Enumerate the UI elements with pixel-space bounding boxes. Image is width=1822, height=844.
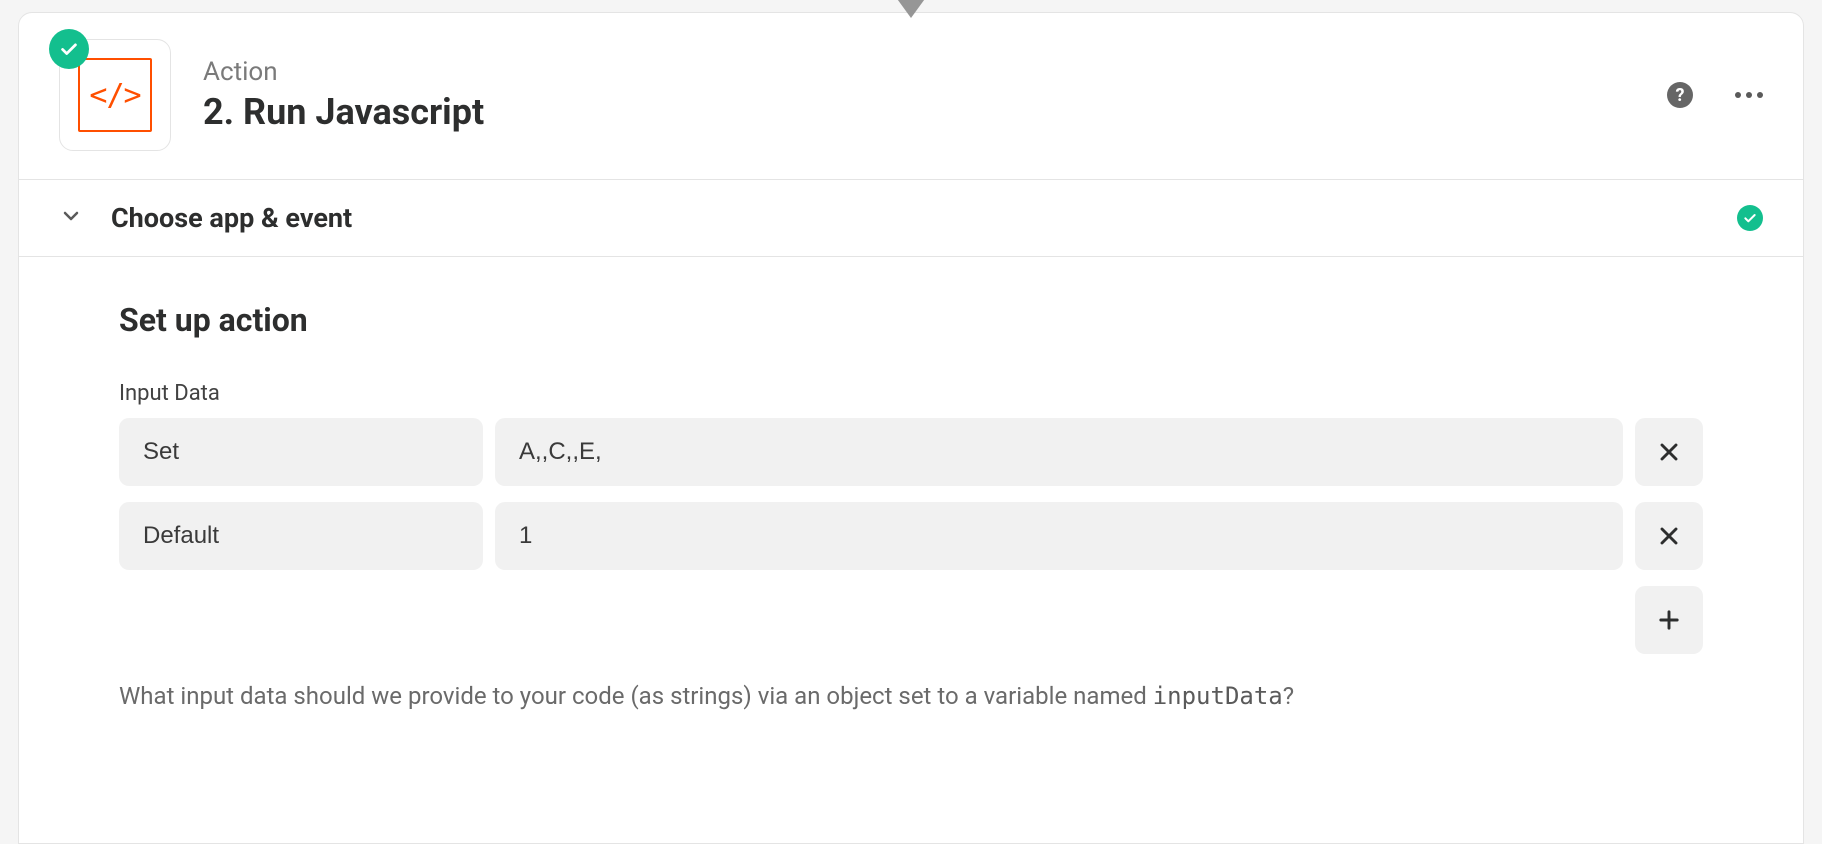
- helper-text-prefix: What input data should we provide to you…: [119, 682, 1153, 710]
- input-data-row: [119, 418, 1703, 486]
- remove-row-button[interactable]: [1635, 502, 1703, 570]
- step-type-label: Action: [203, 57, 1667, 87]
- status-check-badge: [49, 29, 89, 69]
- input-data-row: [119, 502, 1703, 570]
- help-button[interactable]: ?: [1667, 82, 1693, 108]
- input-data-key[interactable]: [119, 418, 483, 486]
- add-row-container: [119, 586, 1703, 654]
- close-icon: [1655, 522, 1683, 550]
- more-menu-button[interactable]: [1735, 92, 1763, 98]
- add-row-button[interactable]: [1635, 586, 1703, 654]
- plus-icon: [1655, 606, 1683, 634]
- app-icon-container: </>: [59, 39, 171, 151]
- input-data-label: Input Data: [119, 381, 1703, 406]
- choose-app-event-section[interactable]: Choose app & event: [19, 179, 1803, 257]
- card-header: </> Action 2. Run Javascript ?: [19, 13, 1803, 179]
- chevron-down-icon: [59, 204, 83, 232]
- action-step-card: </> Action 2. Run Javascript ? Choose ap…: [18, 12, 1804, 844]
- input-data-helper-text: What input data should we provide to you…: [119, 682, 1703, 710]
- header-titles: Action 2. Run Javascript: [203, 57, 1667, 133]
- helper-text-code: inputData: [1153, 682, 1283, 710]
- input-data-value[interactable]: [495, 502, 1623, 570]
- code-icon: </>: [89, 78, 140, 113]
- remove-row-button[interactable]: [1635, 418, 1703, 486]
- input-data-value[interactable]: [495, 418, 1623, 486]
- header-actions: ?: [1667, 82, 1763, 108]
- section-complete-icon: [1737, 205, 1763, 231]
- code-icon-frame: </>: [78, 58, 152, 132]
- helper-text-suffix: ?: [1283, 682, 1294, 710]
- choose-app-event-label: Choose app & event: [111, 202, 1737, 234]
- connector-arrow-icon: [895, 0, 927, 18]
- setup-action-body: Set up action Input Data What input data…: [19, 257, 1803, 710]
- setup-action-title: Set up action: [119, 301, 1703, 339]
- step-title: 2. Run Javascript: [203, 91, 1667, 133]
- close-icon: [1655, 438, 1683, 466]
- check-icon: [58, 38, 80, 60]
- input-data-key[interactable]: [119, 502, 483, 570]
